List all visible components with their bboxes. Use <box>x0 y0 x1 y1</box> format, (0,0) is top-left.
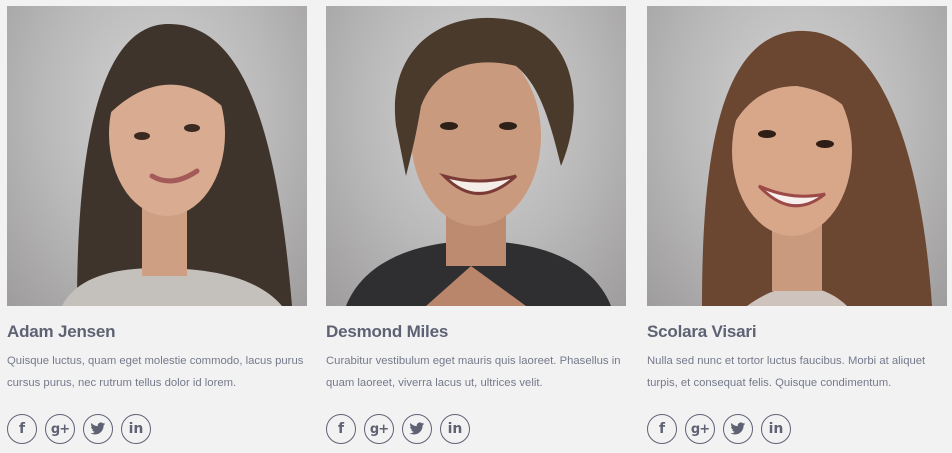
member-bio: Quisque luctus, quam eget molestie commo… <box>7 355 304 389</box>
facebook-icon[interactable]: f <box>647 414 677 444</box>
googleplus-icon[interactable]: g+ <box>45 414 75 444</box>
social-links: f g+ in <box>326 414 470 444</box>
facebook-icon[interactable]: f <box>326 414 356 444</box>
member-photo <box>326 6 626 306</box>
member-photo <box>647 6 947 306</box>
team-member-card: Scolara Visari Nulla sed nunc et tortor … <box>647 6 947 444</box>
linkedin-icon[interactable]: in <box>761 414 791 444</box>
member-bio: Curabitur vestibulum eget mauris quis la… <box>326 355 621 389</box>
team-member-card: Adam Jensen Quisque luctus, quam eget mo… <box>7 6 307 444</box>
member-name: Adam Jensen <box>7 322 116 341</box>
linkedin-icon[interactable]: in <box>440 414 470 444</box>
social-links: f g+ in <box>647 414 791 444</box>
googleplus-icon[interactable]: g+ <box>685 414 715 444</box>
googleplus-icon[interactable]: g+ <box>364 414 394 444</box>
twitter-icon[interactable] <box>723 414 753 444</box>
team-member-card: Desmond Miles Curabitur vestibulum eget … <box>326 6 626 444</box>
member-name: Desmond Miles <box>326 322 449 341</box>
member-name: Scolara Visari <box>647 322 757 341</box>
member-bio: Nulla sed nunc et tortor luctus faucibus… <box>647 355 926 389</box>
facebook-icon[interactable]: f <box>7 414 37 444</box>
member-photo <box>7 6 307 306</box>
social-links: f g+ in <box>7 414 151 444</box>
twitter-icon[interactable] <box>83 414 113 444</box>
twitter-icon[interactable] <box>402 414 432 444</box>
linkedin-icon[interactable]: in <box>121 414 151 444</box>
